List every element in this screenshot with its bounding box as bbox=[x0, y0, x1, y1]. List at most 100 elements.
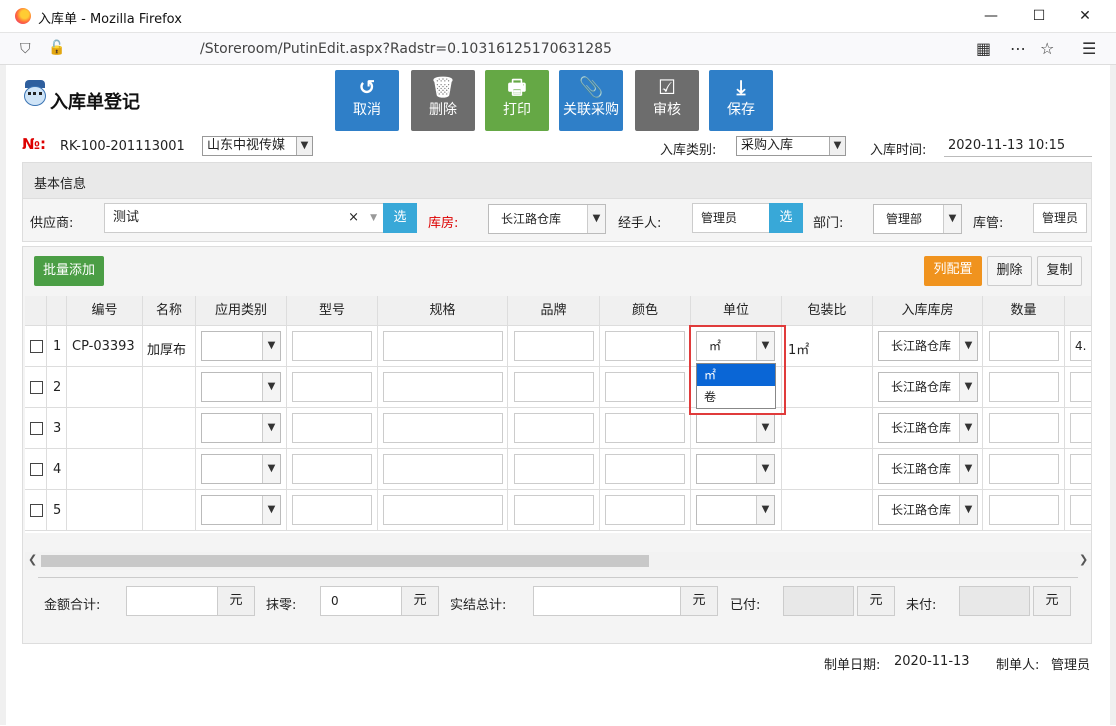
quantity-input[interactable] bbox=[989, 454, 1059, 484]
address-bar[interactable]: ⛉ 🔓 /Storeroom/PutinEdit.aspx?Radstr=0.1… bbox=[0, 33, 1116, 65]
row-checkbox[interactable] bbox=[30, 381, 43, 394]
quantity-input[interactable] bbox=[989, 495, 1059, 525]
color-input[interactable] bbox=[605, 413, 685, 443]
keeper-input[interactable]: 管理员 bbox=[1033, 203, 1087, 233]
model-input[interactable] bbox=[292, 372, 372, 402]
copy-row-button[interactable]: 复制 bbox=[1037, 256, 1082, 286]
warehouse-select[interactable]: 长江路仓库 ▼ bbox=[488, 204, 606, 234]
color-input[interactable] bbox=[605, 495, 685, 525]
delete-button[interactable]: 🗑 删除 bbox=[411, 70, 475, 131]
minimize-button[interactable]: — bbox=[968, 0, 1014, 32]
scrollbar-thumb[interactable] bbox=[41, 555, 649, 567]
category-select[interactable]: ▼ bbox=[201, 372, 281, 402]
brand-input[interactable] bbox=[514, 331, 594, 361]
column-header bbox=[25, 296, 47, 326]
model-input[interactable] bbox=[292, 331, 372, 361]
handler-pick-button[interactable]: 选 bbox=[769, 203, 803, 233]
spec-input[interactable] bbox=[383, 331, 503, 361]
handler-label: 经手人: bbox=[618, 216, 662, 231]
department-select[interactable]: 管理部 ▼ bbox=[873, 204, 962, 234]
zero-input[interactable]: 0 bbox=[320, 586, 402, 616]
number-value: RK-100-201113001 bbox=[60, 139, 185, 154]
row-warehouse-select[interactable]: 长江路仓库 ▼ bbox=[878, 454, 978, 484]
model-input[interactable] bbox=[292, 495, 372, 525]
spec-input[interactable] bbox=[383, 413, 503, 443]
unit-select[interactable]: ▼ bbox=[696, 413, 775, 443]
print-button[interactable]: 🖶 打印 bbox=[485, 70, 549, 131]
cancel-button[interactable]: ↺ 取消 bbox=[335, 70, 399, 131]
quantity-input[interactable] bbox=[989, 331, 1059, 361]
row-checkbox[interactable] bbox=[30, 463, 43, 476]
maximize-button[interactable]: ☐ bbox=[1016, 0, 1062, 32]
column-config-button[interactable]: 列配置 bbox=[924, 256, 982, 286]
amount-input[interactable] bbox=[126, 586, 218, 616]
row-warehouse-select[interactable]: 长江路仓库 ▼ bbox=[878, 372, 978, 402]
time-input[interactable]: 2020-11-13 10:15 bbox=[944, 135, 1092, 157]
column-header: 数量 bbox=[983, 296, 1065, 326]
grid-cell bbox=[143, 367, 196, 408]
handler-input[interactable]: 管理员 bbox=[692, 203, 770, 233]
chevron-down-icon: ▼ bbox=[262, 455, 280, 483]
model-input[interactable] bbox=[292, 454, 372, 484]
supplier-pick-button[interactable]: 选 bbox=[383, 203, 417, 233]
brand-input[interactable] bbox=[514, 454, 594, 484]
next-column-input[interactable] bbox=[1070, 413, 1091, 443]
bookmark-star-icon[interactable]: ☆ bbox=[1040, 39, 1054, 58]
unit-select[interactable]: ▼ bbox=[696, 495, 775, 525]
brand-input[interactable] bbox=[514, 372, 594, 402]
type-select[interactable]: 采购入库 ▼ bbox=[736, 136, 846, 156]
category-select[interactable]: ▼ bbox=[201, 454, 281, 484]
chevron-down-icon: ▼ bbox=[756, 455, 774, 483]
quantity-input[interactable] bbox=[989, 372, 1059, 402]
spec-input[interactable] bbox=[383, 372, 503, 402]
shield-icon[interactable]: ⛉ bbox=[20, 41, 31, 57]
category-select[interactable]: ▼ bbox=[201, 413, 281, 443]
chevron-down-icon: ▼ bbox=[756, 496, 774, 524]
chevron-down-icon: ▼ bbox=[587, 205, 605, 233]
delete-row-button[interactable]: 删除 bbox=[987, 256, 1032, 286]
close-button[interactable]: ✕ bbox=[1062, 0, 1108, 32]
color-input[interactable] bbox=[605, 372, 685, 402]
spec-input[interactable] bbox=[383, 495, 503, 525]
company-select[interactable]: 山东中视传媒 ▼ bbox=[202, 136, 313, 156]
model-input[interactable] bbox=[292, 413, 372, 443]
row-warehouse-select[interactable]: 长江路仓库 ▼ bbox=[878, 495, 978, 525]
grid-cell bbox=[67, 490, 143, 531]
chevron-down-icon[interactable]: ▼ bbox=[370, 204, 377, 232]
link-purchase-button[interactable]: 📎 关联采购 bbox=[559, 70, 623, 131]
settle-input[interactable] bbox=[533, 586, 681, 616]
row-warehouse-select[interactable]: 长江路仓库 ▼ bbox=[878, 413, 978, 443]
supplier-combobox[interactable]: 测试 × ▼ bbox=[104, 203, 384, 233]
category-select[interactable]: ▼ bbox=[201, 495, 281, 525]
qr-code-icon[interactable]: ▦ bbox=[976, 39, 991, 58]
scroll-right-icon[interactable]: ❯ bbox=[1079, 553, 1088, 566]
spec-input[interactable] bbox=[383, 454, 503, 484]
next-column-input[interactable] bbox=[1070, 454, 1091, 484]
row-warehouse-select[interactable]: 长江路仓库 ▼ bbox=[878, 331, 978, 361]
color-input[interactable] bbox=[605, 331, 685, 361]
url-text[interactable]: /Storeroom/PutinEdit.aspx?Radstr=0.10316… bbox=[200, 41, 612, 57]
more-actions-icon[interactable]: ⋯ bbox=[1010, 39, 1026, 58]
category-select[interactable]: ▼ bbox=[201, 331, 281, 361]
next-column-input[interactable] bbox=[1070, 495, 1091, 525]
save-button[interactable]: ⤓ 保存 bbox=[709, 70, 773, 131]
next-column-input[interactable]: 4. bbox=[1070, 331, 1091, 361]
clear-icon[interactable]: × bbox=[348, 204, 359, 232]
brand-input[interactable] bbox=[514, 495, 594, 525]
horizontal-scrollbar[interactable]: ❮ ❯ bbox=[25, 552, 1091, 570]
row-checkbox[interactable] bbox=[30, 422, 43, 435]
row-checkbox[interactable] bbox=[30, 504, 43, 517]
quantity-input[interactable] bbox=[989, 413, 1059, 443]
row-checkbox[interactable] bbox=[30, 340, 43, 353]
maker-label: 制单人: bbox=[996, 658, 1040, 673]
unit-select[interactable]: ▼ bbox=[696, 454, 775, 484]
color-input[interactable] bbox=[605, 454, 685, 484]
brand-input[interactable] bbox=[514, 413, 594, 443]
insecure-lock-icon[interactable]: 🔓 bbox=[48, 40, 65, 56]
menu-icon[interactable]: ☰ bbox=[1082, 39, 1096, 58]
audit-button[interactable]: ☑ 审核 bbox=[635, 70, 699, 131]
scroll-left-icon[interactable]: ❮ bbox=[28, 553, 37, 566]
batch-add-button[interactable]: 批量添加 bbox=[34, 256, 104, 286]
mascot-logo-icon bbox=[22, 80, 48, 112]
next-column-input[interactable] bbox=[1070, 372, 1091, 402]
